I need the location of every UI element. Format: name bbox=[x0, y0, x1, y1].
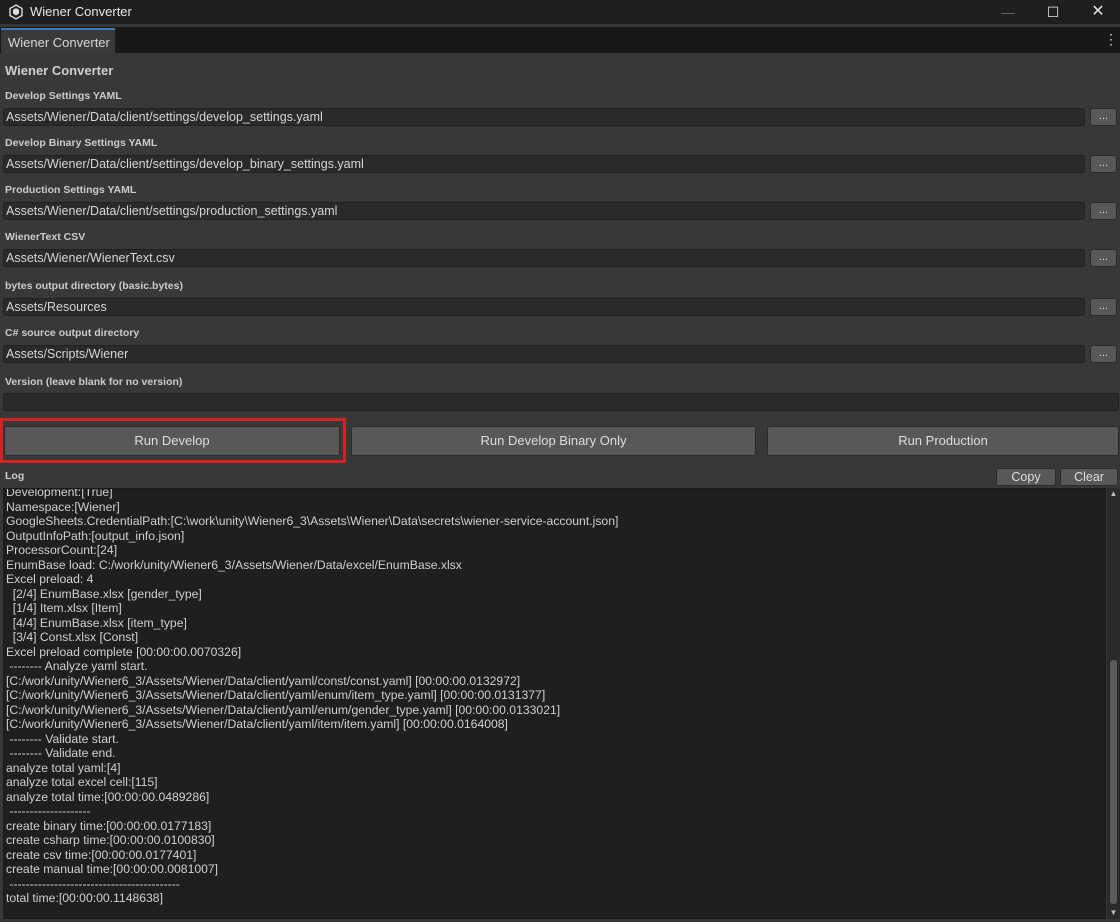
log-line: Excel preload complete [00:00:00.0070326… bbox=[6, 644, 242, 659]
copy-button[interactable]: Copy bbox=[996, 468, 1056, 486]
log-line: analyze total excel cell:[115] bbox=[6, 775, 158, 789]
log-label: Log bbox=[5, 470, 25, 482]
log-line: GoogleSheets.CredentialPath:[C:\work\uni… bbox=[6, 514, 619, 528]
log-line: Excel preload: 4 bbox=[6, 572, 94, 586]
kebab-menu-icon[interactable]: ⋮ bbox=[1104, 31, 1118, 49]
log-line: analyze total yaml:[4] bbox=[6, 760, 121, 775]
log-scrollbar[interactable]: ▲ ▼ bbox=[1107, 488, 1120, 919]
log-line: [4/4] EnumBase.xlsx [item_type] bbox=[6, 615, 187, 630]
log-line: [2/4] EnumBase.xlsx [gender_type] bbox=[6, 586, 202, 601]
bytes-output-browse-button[interactable]: ... bbox=[1090, 298, 1117, 316]
maximize-button[interactable]: ☐ bbox=[1030, 0, 1076, 24]
develop-binary-settings-label: Develop Binary Settings YAML bbox=[5, 137, 158, 149]
scrollbar-thumb[interactable] bbox=[1110, 660, 1117, 904]
clear-button[interactable]: Clear bbox=[1060, 468, 1118, 486]
scroll-down-arrow-icon[interactable]: ▼ bbox=[1108, 907, 1119, 919]
tab-wiener-converter[interactable]: Wiener Converter bbox=[1, 28, 115, 53]
production-settings-input[interactable]: Assets/Wiener/Data/client/settings/produ… bbox=[3, 202, 1085, 220]
unity-logo-icon bbox=[9, 4, 23, 20]
log-line: [1/4] Item.xlsx [Item] bbox=[6, 601, 122, 615]
csharp-output-browse-button[interactable]: ... bbox=[1090, 345, 1117, 363]
csharp-output-label: C# source output directory bbox=[5, 327, 140, 339]
bytes-output-label: bytes output directory (basic.bytes) bbox=[5, 280, 183, 292]
section-title: Wiener Converter bbox=[5, 63, 114, 78]
run-develop-binary-button[interactable]: Run Develop Binary Only bbox=[351, 426, 756, 456]
bytes-output-input[interactable]: Assets/Resources bbox=[3, 298, 1085, 316]
wienertext-csv-browse-button[interactable]: ... bbox=[1090, 249, 1117, 267]
log-line: create csv time:[00:00:00.0177401] bbox=[6, 847, 197, 862]
wienertext-csv-input[interactable]: Assets/Wiener/WienerText.csv bbox=[3, 249, 1085, 267]
window-title: Wiener Converter bbox=[30, 4, 132, 19]
production-settings-label: Production Settings YAML bbox=[5, 184, 137, 196]
log-line: [C:/work/unity/Wiener6_3/Assets/Wiener/D… bbox=[6, 673, 521, 688]
csharp-output-input[interactable]: Assets/Scripts/Wiener bbox=[3, 345, 1085, 363]
log-line: -------- Validate end. bbox=[6, 746, 116, 760]
log-line: [C:/work/unity/Wiener6_3/Assets/Wiener/D… bbox=[6, 702, 561, 717]
log-line: analyze total time:[00:00:00.0489286] bbox=[6, 789, 210, 804]
run-production-button[interactable]: Run Production bbox=[767, 426, 1119, 456]
log-line: [C:/work/unity/Wiener6_3/Assets/Wiener/D… bbox=[6, 717, 508, 731]
develop-settings-browse-button[interactable]: ... bbox=[1090, 108, 1117, 126]
log-line: ----------------------------------------… bbox=[6, 876, 180, 891]
log-line: -------------------- bbox=[6, 804, 91, 818]
highlight-box bbox=[0, 418, 346, 463]
develop-settings-input[interactable]: Assets/Wiener/Data/client/settings/devel… bbox=[3, 108, 1085, 126]
tab-bar: Wiener Converter ⋮ bbox=[0, 27, 1120, 53]
log-line: EnumBase load: C:/work/unity/Wiener6_3/A… bbox=[6, 557, 462, 572]
log-line: create csharp time:[00:00:00.0100830] bbox=[6, 833, 215, 847]
title-bar: Wiener Converter — ☐ ✕ bbox=[0, 0, 1120, 24]
log-area[interactable]: Development:[True] Namespace:[Wiener] Goog… bbox=[3, 488, 1106, 919]
log-line: [C:/work/unity/Wiener6_3/Assets/Wiener/D… bbox=[6, 688, 546, 702]
develop-settings-label: Develop Settings YAML bbox=[5, 90, 122, 102]
log-line: OutputInfoPath:[output_info.json] bbox=[6, 528, 185, 543]
log-line: [3/4] Const.xlsx [Const] bbox=[6, 630, 139, 644]
log-line: -------- Analyze yaml start. bbox=[6, 659, 148, 673]
version-label: Version (leave blank for no version) bbox=[5, 376, 183, 388]
scroll-up-arrow-icon[interactable]: ▲ bbox=[1108, 488, 1119, 500]
log-line: ProcessorCount:[24] bbox=[6, 543, 118, 557]
log-line: -------- Validate start. bbox=[6, 731, 119, 746]
wienertext-csv-label: WienerText CSV bbox=[5, 231, 86, 243]
log-line: total time:[00:00:00.1148638] bbox=[6, 891, 163, 905]
production-settings-browse-button[interactable]: ... bbox=[1090, 202, 1117, 220]
close-button[interactable]: ✕ bbox=[1075, 0, 1120, 24]
log-line: Namespace:[Wiener] bbox=[6, 499, 120, 514]
develop-binary-settings-browse-button[interactable]: ... bbox=[1090, 155, 1117, 173]
develop-binary-settings-input[interactable]: Assets/Wiener/Data/client/settings/devel… bbox=[3, 155, 1085, 173]
log-line: Development:[True] bbox=[6, 488, 113, 499]
log-line: create binary time:[00:00:00.0177183] bbox=[6, 818, 212, 833]
version-input[interactable] bbox=[3, 393, 1119, 411]
log-lines: Development:[True] Namespace:[Wiener] Goog… bbox=[6, 488, 619, 906]
minimize-button[interactable]: — bbox=[985, 0, 1031, 24]
log-line: create manual time:[00:00:00.0081007] bbox=[6, 862, 219, 876]
